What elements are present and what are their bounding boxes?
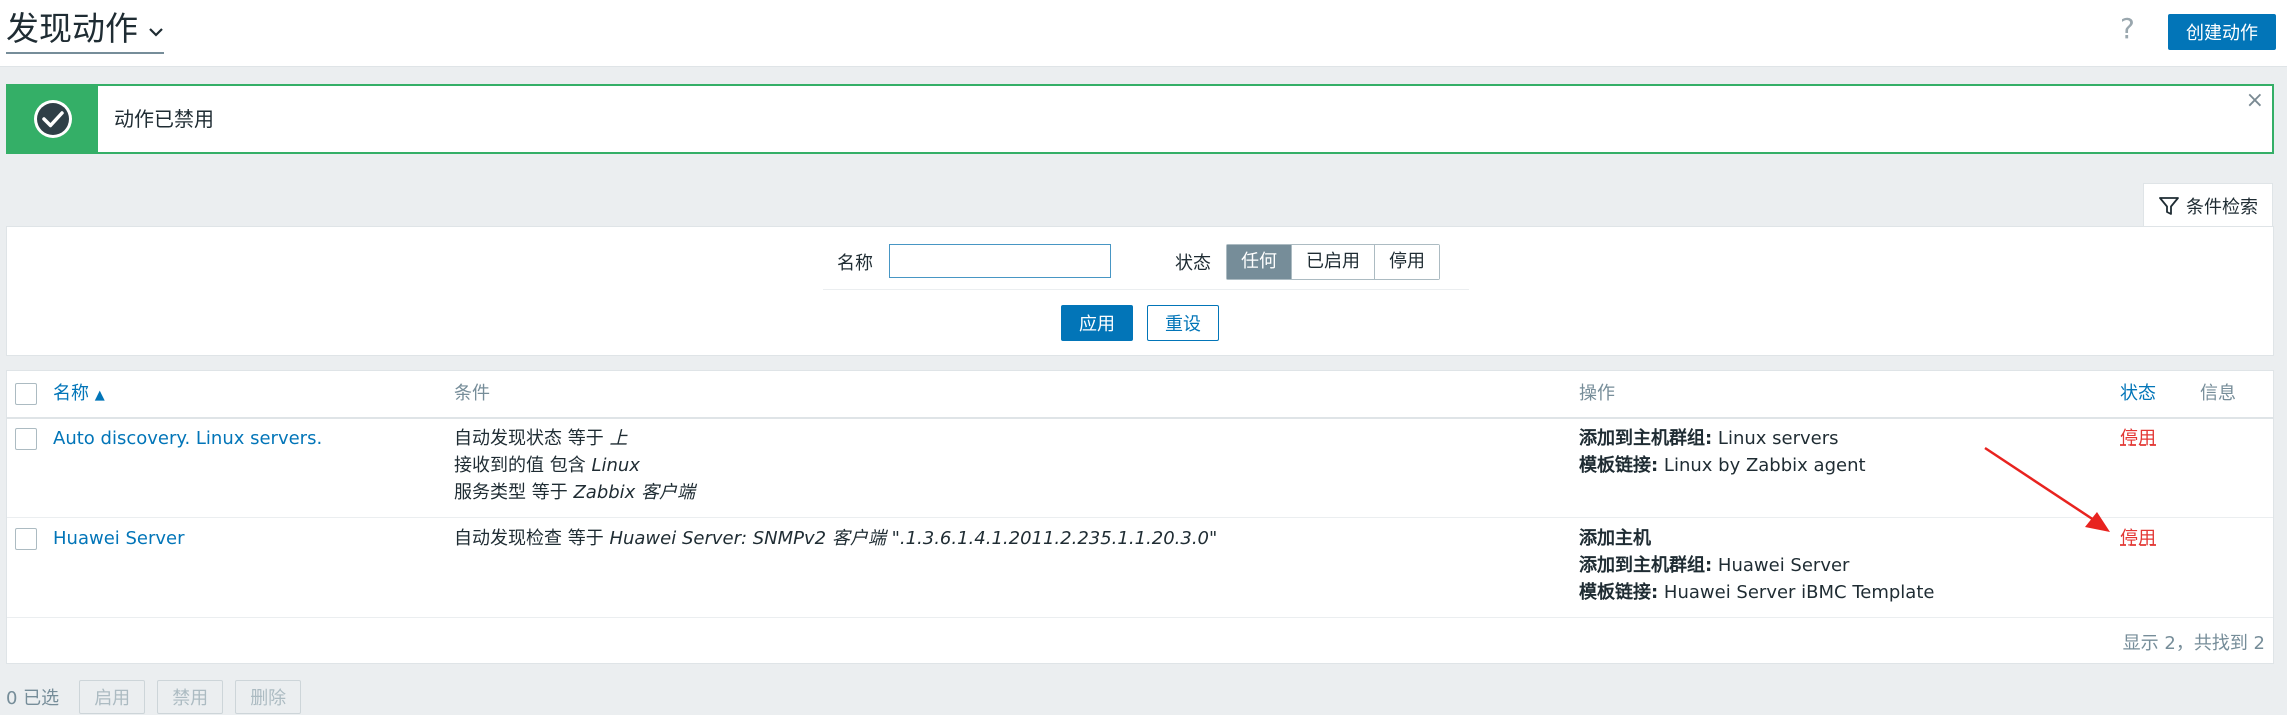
- table-summary: 显示 2，共找到 2: [2122, 633, 2265, 654]
- row-conditions: 自动发现检查 等于 Huawei Server: SNMPv2 客户端 ".1.…: [454, 525, 1217, 552]
- column-header-conditions: 条件: [454, 383, 490, 404]
- filter-tab[interactable]: 条件检索: [2143, 183, 2273, 227]
- status-toggle-link[interactable]: 停用: [2120, 528, 2156, 549]
- status-option-disabled[interactable]: 停用: [1375, 245, 1439, 279]
- header-divider: [7, 417, 2273, 419]
- action-name-link[interactable]: Auto discovery. Linux servers.: [53, 425, 322, 452]
- status-toggle-link[interactable]: 停用: [2120, 428, 2156, 449]
- condition-line: 自动发现状态 等于 上: [454, 428, 628, 449]
- apply-button[interactable]: 应用: [1061, 305, 1133, 341]
- close-icon[interactable]: ×: [2246, 88, 2264, 113]
- status-label: 状态: [1175, 253, 1211, 274]
- row-operations: 添加主机 添加到主机群组: Huawei Server 模板链接: Huawei…: [1579, 525, 1934, 606]
- page-header: 发现动作 ? 创建动作: [0, 0, 2287, 67]
- name-filter-input[interactable]: [889, 244, 1111, 278]
- operation-line: 添加到主机群组: Huawei Server: [1579, 555, 1850, 576]
- operation-line: 模板链接: Huawei Server iBMC Template: [1579, 582, 1935, 603]
- selected-count: 0 已选: [6, 688, 60, 709]
- condition-line: 接收到的值 包含 Linux: [454, 455, 640, 476]
- row-checkbox[interactable]: [15, 528, 37, 550]
- sort-asc-icon: ▲: [94, 388, 105, 403]
- row-checkbox[interactable]: [15, 428, 37, 450]
- status-cell: 停用: [2120, 525, 2156, 552]
- success-icon-box: [8, 86, 98, 152]
- status-cell: 停用: [2120, 425, 2156, 452]
- disable-button[interactable]: 禁用: [157, 680, 224, 714]
- help-icon[interactable]: ?: [2120, 12, 2135, 45]
- filter-icon: [2159, 196, 2179, 215]
- operation-line: 添加到主机群组: Linux servers: [1579, 428, 1839, 449]
- column-header-status[interactable]: 状态: [2120, 371, 2156, 417]
- row-divider: [7, 517, 2273, 518]
- action-name-link[interactable]: Huawei Server: [53, 525, 185, 552]
- name-label: 名称: [837, 253, 873, 274]
- success-message: 动作已禁用 ×: [6, 84, 2274, 154]
- status-option-enabled[interactable]: 已启用: [1292, 245, 1375, 279]
- message-text: 动作已禁用: [114, 107, 214, 131]
- reset-button[interactable]: 重设: [1147, 305, 1219, 341]
- page-title-text: 发现动作: [6, 9, 138, 48]
- condition-line: 服务类型 等于 Zabbix 客户端: [454, 482, 696, 503]
- condition-line: 自动发现检查 等于 Huawei Server: SNMPv2 客户端 ".1.…: [454, 528, 1218, 549]
- column-header-name[interactable]: 名称 ▲: [53, 371, 105, 417]
- operation-line: 添加主机: [1579, 528, 1651, 549]
- row-conditions: 自动发现状态 等于 上 接收到的值 包含 Linux 服务类型 等于 Zabbi…: [454, 425, 695, 506]
- row-operations: 添加到主机群组: Linux servers 模板链接: Linux by Za…: [1579, 425, 1866, 479]
- operation-line: 模板链接: Linux by Zabbix agent: [1579, 455, 1866, 476]
- filter-tab-label: 条件检索: [2186, 196, 2258, 218]
- actions-table: 名称 ▲ 条件 操作 状态 信息 Auto discovery. Linux s…: [6, 370, 2274, 664]
- filter-panel: 名称 状态 任何 已启用 停用 应用 重设: [6, 226, 2274, 356]
- chevron-down-icon: [149, 28, 163, 37]
- filter-divider: [823, 289, 1469, 290]
- delete-button[interactable]: 删除: [235, 680, 302, 714]
- status-option-any[interactable]: 任何: [1227, 245, 1292, 279]
- row-divider: [7, 617, 2273, 618]
- page-title[interactable]: 发现动作: [6, 8, 164, 54]
- create-action-button[interactable]: 创建动作: [2168, 14, 2276, 50]
- column-header-operations: 操作: [1579, 383, 1615, 404]
- mass-action-bar: 0 已选 启用 禁用 删除: [6, 680, 313, 714]
- annotation-arrow-icon: [1984, 446, 2110, 532]
- check-circle-icon: [34, 100, 72, 138]
- enable-button[interactable]: 启用: [79, 680, 146, 714]
- status-filter-segmented: 任何 已启用 停用: [1226, 244, 1440, 280]
- select-all-checkbox[interactable]: [15, 383, 37, 405]
- column-header-info: 信息: [2200, 383, 2236, 404]
